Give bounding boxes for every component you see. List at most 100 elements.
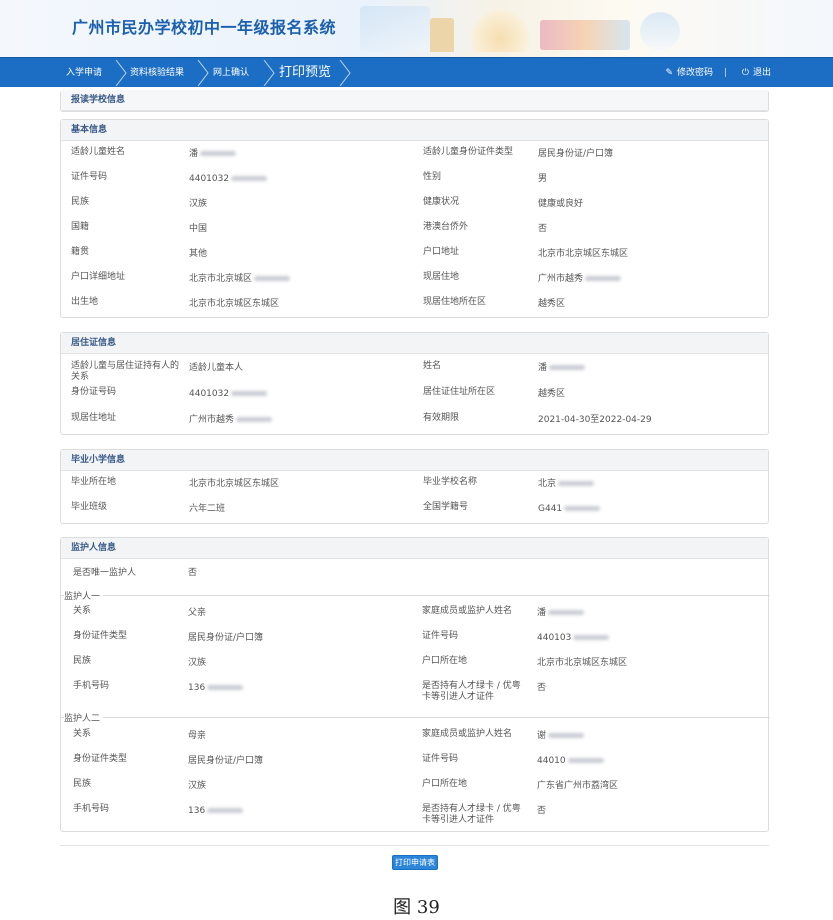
field-value: 4401032 bbox=[189, 172, 268, 186]
field-label-text: 证件号码 bbox=[422, 631, 459, 641]
field-label-text: 籍贯 bbox=[71, 247, 90, 257]
field-value: 汉族 bbox=[188, 779, 206, 793]
field-value-text: 中国 bbox=[189, 224, 208, 234]
field-label-text: 身份证件类型 bbox=[73, 754, 128, 764]
only-guardian-row: 是否唯一监护人 否 bbox=[73, 566, 673, 580]
redacted-text bbox=[236, 417, 273, 422]
field-value: 广东省广州市荔湾区 bbox=[537, 779, 618, 793]
field-label: 家庭成员或监护人姓名 bbox=[422, 606, 522, 617]
field-value-text: 44010 bbox=[537, 756, 566, 766]
field-label-text: 现居住地所在区 bbox=[423, 297, 487, 307]
field-label: 港澳台侨外 bbox=[423, 222, 523, 233]
field-label: 户口详细地址 bbox=[71, 272, 181, 283]
field-value: 其他 bbox=[189, 247, 207, 261]
field-label-text: 毕业学校名称 bbox=[423, 477, 478, 487]
step-verify-result[interactable]: 资料核验结果 bbox=[130, 58, 184, 88]
field-label: 户口地址 bbox=[423, 247, 523, 258]
info-row: 户口详细地址 北京市北京城区 现居住地 广州市越秀 bbox=[61, 272, 770, 286]
field-value-text: 否 bbox=[537, 683, 547, 693]
field-value: 越秀区 bbox=[538, 387, 565, 401]
field-label: 关系 bbox=[73, 729, 183, 740]
field-value: 潘 bbox=[538, 361, 586, 375]
info-row: 毕业所在地 北京市北京城区东城区 毕业学校名称 北京 bbox=[61, 477, 770, 491]
field-label: 身份证号码 bbox=[71, 387, 181, 398]
field-value: 越秀区 bbox=[538, 297, 565, 311]
info-row: 证件号码 4401032 性别 男 bbox=[61, 172, 770, 186]
panel-title: 毕业小学信息 bbox=[61, 450, 768, 471]
pencil-icon: ✎ bbox=[665, 68, 674, 78]
chevron-right-icon bbox=[196, 59, 210, 87]
step-nav-bar: 入学申请 资料核验结果 网上确认 打印预览 ✎ 修改密码 | ⏻ 退出 bbox=[0, 57, 833, 87]
step-online-confirm[interactable]: 网上确认 bbox=[213, 58, 249, 88]
field-value-text: 北京市北京城区东城区 bbox=[537, 658, 628, 668]
field-label: 现居住地所在区 bbox=[423, 297, 523, 308]
field-value: 广州市越秀 bbox=[538, 272, 622, 286]
field-value-text: 汉族 bbox=[188, 781, 207, 791]
field-value-text: 否 bbox=[538, 224, 548, 234]
field-value: 北京市北京城区东城区 bbox=[537, 656, 627, 670]
print-application-button[interactable]: 打印申请表 bbox=[392, 855, 438, 870]
field-value-text: 居民身份证/户口簿 bbox=[188, 756, 264, 766]
residence-permit-panel: 居住证信息 适龄儿童与居住证持有人的关系 适龄儿童本人 姓名 潘身份证号码 440103… bbox=[60, 332, 769, 435]
redacted-text bbox=[548, 610, 585, 615]
system-title: 广州市民办学校初中一年级报名系统 bbox=[72, 18, 337, 37]
change-password-link[interactable]: 修改密码 bbox=[677, 68, 713, 78]
field-label: 现居住地 bbox=[423, 272, 523, 283]
step-print-preview[interactable]: 打印预览 bbox=[279, 58, 331, 88]
field-value: 否 bbox=[537, 681, 546, 695]
field-value: 母亲 bbox=[188, 729, 206, 743]
info-row: 毕业班级 六年二班 全国学籍号 G441 bbox=[61, 502, 770, 516]
footer-divider bbox=[60, 845, 769, 846]
field-value-text: 父亲 bbox=[188, 608, 207, 618]
field-label-text: 毕业所在地 bbox=[71, 477, 117, 487]
field-label: 证件号码 bbox=[422, 754, 522, 765]
field-label: 民族 bbox=[73, 779, 183, 790]
field-value-text: 越秀区 bbox=[538, 389, 566, 399]
field-value: 潘 bbox=[189, 147, 237, 161]
step-apply[interactable]: 入学申请 bbox=[66, 58, 102, 88]
field-value-text: 母亲 bbox=[188, 731, 207, 741]
field-label: 民族 bbox=[73, 656, 183, 667]
only-guardian-value: 否 bbox=[188, 568, 198, 578]
field-label-text: 户口详细地址 bbox=[71, 272, 126, 282]
field-value-text: 广州市越秀 bbox=[538, 274, 584, 284]
field-value-text: 北京市北京城区东城区 bbox=[189, 299, 280, 309]
field-label-text: 户口地址 bbox=[423, 247, 460, 257]
field-label: 毕业班级 bbox=[71, 502, 181, 513]
info-row: 身份证件类型 居民身份证/户口簿 证件号码 44010 bbox=[61, 754, 770, 768]
panel-title: 基本信息 bbox=[61, 120, 768, 141]
field-label: 手机号码 bbox=[73, 804, 183, 815]
field-label-text: 姓名 bbox=[423, 361, 442, 371]
info-row: 民族 汉族 健康状况 健康或良好 bbox=[61, 197, 770, 211]
panel-title: 居住证信息 bbox=[61, 333, 768, 354]
header-decoration bbox=[430, 18, 454, 52]
app-header: 广州市民办学校初中一年级报名系统 bbox=[0, 0, 833, 57]
field-value-text: 居民身份证/户口簿 bbox=[538, 149, 614, 159]
redacted-text bbox=[207, 685, 244, 690]
field-label: 健康状况 bbox=[423, 197, 523, 208]
field-value-text: 北京 bbox=[538, 479, 557, 489]
guardian-one-box: 监护人一 关系 父亲 家庭成员或监护人姓名 潘身份证件类型 居民身份证/户口簿 证件号码 4… bbox=[61, 589, 770, 715]
field-label: 籍贯 bbox=[71, 247, 181, 258]
field-value: 136 bbox=[188, 681, 244, 695]
header-decoration bbox=[360, 6, 430, 52]
field-label: 是否持有人才绿卡 / 优粤卡等引进人才证件 bbox=[422, 681, 522, 703]
field-value: 440103 bbox=[537, 631, 610, 645]
logout-link[interactable]: 退出 bbox=[753, 68, 771, 78]
field-value: 汉族 bbox=[189, 197, 207, 211]
field-value: 潘 bbox=[537, 606, 585, 620]
field-label: 毕业所在地 bbox=[71, 477, 181, 488]
info-row: 关系 父亲 家庭成员或监护人姓名 潘 bbox=[61, 606, 770, 620]
field-value: 居民身份证/户口簿 bbox=[538, 147, 613, 161]
field-value-text: 4401032 bbox=[189, 174, 230, 184]
field-label-text: 证件号码 bbox=[71, 172, 108, 182]
field-value: 健康或良好 bbox=[538, 197, 583, 211]
field-label: 国籍 bbox=[71, 222, 181, 233]
redacted-text bbox=[558, 481, 595, 486]
field-value-text: 六年二班 bbox=[189, 504, 226, 514]
field-label-text: 家庭成员或监护人姓名 bbox=[422, 606, 513, 616]
field-value-text: 越秀区 bbox=[538, 299, 566, 309]
field-label: 证件号码 bbox=[422, 631, 522, 642]
field-label: 家庭成员或监护人姓名 bbox=[422, 729, 522, 740]
field-label-text: 居住证住址所在区 bbox=[423, 387, 496, 397]
